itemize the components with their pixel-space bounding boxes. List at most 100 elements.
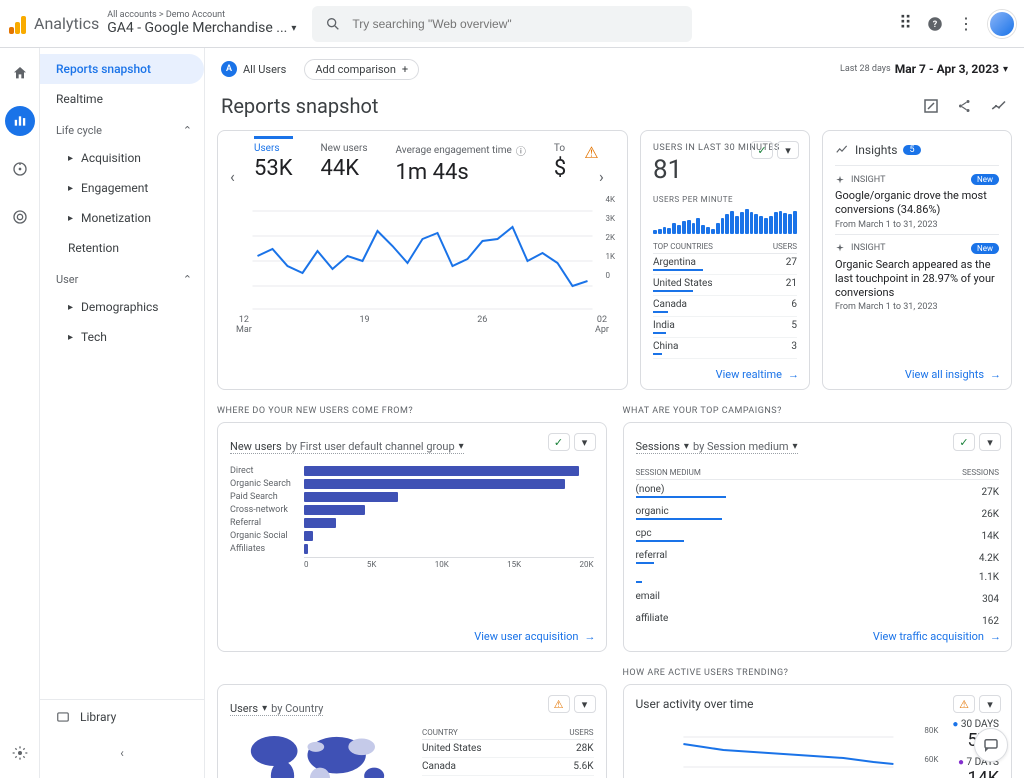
rail-explore-icon[interactable] bbox=[5, 154, 35, 184]
analytics-logo[interactable]: Analytics bbox=[8, 14, 99, 34]
apps-icon[interactable]: ⠿ bbox=[899, 13, 912, 34]
insight-item[interactable]: INSIGHTNewGoogle/organic drove the most … bbox=[835, 165, 999, 234]
nav-acquisition[interactable]: ▸Acquisition bbox=[40, 143, 204, 173]
status-more-icon[interactable]: ▾ bbox=[574, 695, 596, 713]
table-row[interactable]: India5 bbox=[653, 317, 797, 338]
plus-icon: + bbox=[402, 63, 408, 76]
rail-admin-icon[interactable] bbox=[5, 738, 35, 768]
metric-total-revenue[interactable]: To$ bbox=[554, 143, 566, 181]
realtime-sparkline bbox=[653, 206, 797, 234]
user-activity-card: ⚠▾ User activity over time 80K60K bbox=[623, 684, 1013, 778]
arrow-right-icon: → bbox=[585, 630, 596, 643]
nav-reports-snapshot[interactable]: Reports snapshot bbox=[40, 54, 204, 84]
hbar-row: Paid Search bbox=[230, 492, 594, 502]
table-row[interactable]: Argentina27 bbox=[653, 254, 797, 275]
feedback-button[interactable] bbox=[974, 728, 1008, 762]
insights-icon[interactable] bbox=[990, 97, 1008, 115]
search-bar[interactable] bbox=[312, 6, 692, 42]
scroll-area[interactable]: AAll Users Add comparison+ Last 28 daysM… bbox=[205, 48, 1024, 778]
status-check-icon[interactable]: ✓ bbox=[548, 433, 570, 451]
status-more-icon[interactable]: ▾ bbox=[777, 141, 799, 159]
status-check-icon[interactable]: ✓ bbox=[953, 433, 975, 451]
table-row[interactable]: China3 bbox=[653, 338, 797, 359]
account-selector[interactable]: All accounts > Demo Account GA4 - Google… bbox=[107, 11, 296, 36]
status-more-icon[interactable]: ▾ bbox=[574, 433, 596, 451]
nav-retention[interactable]: Retention bbox=[40, 233, 204, 263]
nav-tech[interactable]: ▸Tech bbox=[40, 322, 204, 352]
rail-reports-icon[interactable] bbox=[5, 106, 35, 136]
table-row[interactable]: Canada6 bbox=[653, 296, 797, 317]
info-icon[interactable]: ⓘ bbox=[516, 143, 526, 158]
warning-icon[interactable]: ⚠ bbox=[584, 143, 598, 162]
table-row[interactable]: email304 bbox=[636, 587, 1000, 609]
nav-library[interactable]: Library bbox=[40, 699, 204, 734]
chip-all-users[interactable]: AAll Users bbox=[221, 58, 296, 80]
table-row[interactable]: United States28K bbox=[422, 740, 594, 758]
table-row[interactable]: Canada5.6K bbox=[422, 758, 594, 776]
arrow-right-icon: → bbox=[990, 630, 1001, 643]
nav-monetization[interactable]: ▸Monetization bbox=[40, 203, 204, 233]
status-more-icon[interactable]: ▾ bbox=[979, 433, 1001, 451]
arrow-right-icon: → bbox=[788, 368, 799, 381]
warning-icon[interactable]: ⚠ bbox=[953, 695, 975, 713]
search-icon bbox=[324, 15, 342, 33]
date-range-picker[interactable]: Last 28 daysMar 7 - Apr 3, 2023▾ bbox=[840, 62, 1008, 76]
rail-advertising-icon[interactable] bbox=[5, 202, 35, 232]
hbar-row: Affiliates bbox=[230, 544, 594, 554]
nav-lifecycle-header[interactable]: Life cycle⌃ bbox=[40, 114, 204, 143]
hbar-row: Organic Social bbox=[230, 531, 594, 541]
chevron-down-icon: ▾ bbox=[291, 23, 296, 34]
side-nav: Reports snapshot Realtime Life cycle⌃ ▸A… bbox=[40, 48, 205, 778]
table-row[interactable]: referral4.2K bbox=[636, 546, 1000, 568]
top-bar: Analytics All accounts > Demo Account GA… bbox=[0, 0, 1024, 48]
view-all-insights-link[interactable]: View all insights→ bbox=[905, 368, 1001, 381]
avatar[interactable] bbox=[988, 10, 1016, 38]
nav-realtime[interactable]: Realtime bbox=[40, 84, 204, 114]
hbar-row: Referral bbox=[230, 518, 594, 528]
table-row[interactable]: affiliate162 bbox=[636, 609, 1000, 631]
table-row[interactable]: United States21 bbox=[653, 275, 797, 296]
nav-demographics[interactable]: ▸Demographics bbox=[40, 292, 204, 322]
table-row[interactable]: (none)27K bbox=[636, 480, 1000, 502]
nav-user-header[interactable]: User⌃ bbox=[40, 263, 204, 292]
metric-users[interactable]: Users53K bbox=[254, 143, 293, 181]
insight-item[interactable]: INSIGHTNewOrganic Search appeared as the… bbox=[835, 234, 999, 317]
chip-add-comparison[interactable]: Add comparison+ bbox=[304, 59, 419, 80]
new-users-dim[interactable]: New users by First user default channel … bbox=[230, 440, 464, 454]
hbar-row: Cross-network bbox=[230, 505, 594, 515]
customize-report-icon[interactable] bbox=[922, 97, 940, 115]
chevron-up-icon: ⌃ bbox=[183, 273, 192, 286]
view-user-acquisition-link[interactable]: View user acquisition→ bbox=[474, 630, 595, 643]
analytics-brand-text: Analytics bbox=[34, 14, 99, 33]
chevron-down-icon: ▾ bbox=[1003, 64, 1008, 75]
top-actions: ⠿ ? ⋮ bbox=[899, 10, 1016, 38]
metric-prev-button[interactable]: ‹ bbox=[230, 167, 248, 186]
table-row[interactable]: 1.1K bbox=[636, 568, 1000, 587]
more-icon[interactable]: ⋮ bbox=[958, 14, 974, 33]
trending-section-label: HOW ARE ACTIVE USERS TRENDING? bbox=[623, 668, 1013, 678]
status-more-icon[interactable]: ▾ bbox=[979, 695, 1001, 713]
search-input[interactable] bbox=[352, 17, 680, 31]
insights-header: Insights 5 bbox=[835, 143, 999, 157]
warning-icon[interactable]: ⚠ bbox=[548, 695, 570, 713]
metric-tabs: ‹ Users53K New users44K Average engageme… bbox=[230, 143, 615, 191]
rail-home-icon[interactable] bbox=[5, 58, 35, 88]
metric-new-users[interactable]: New users44K bbox=[321, 143, 368, 181]
users-by-country-card: ⚠▾ Users ▾ by Country COUNTRYUSERS Unite… bbox=[217, 684, 607, 778]
view-traffic-acquisition-link[interactable]: View traffic acquisition→ bbox=[873, 630, 1001, 643]
table-row[interactable]: cpc14K bbox=[636, 524, 1000, 546]
view-realtime-link[interactable]: View realtime→ bbox=[716, 368, 799, 381]
help-icon[interactable]: ? bbox=[926, 15, 944, 33]
table-row[interactable]: organic26K bbox=[636, 502, 1000, 524]
metric-next-button[interactable]: › bbox=[599, 167, 617, 186]
country-dim[interactable]: Users ▾ by Country bbox=[230, 702, 323, 716]
new-users-section-label: WHERE DO YOUR NEW USERS COME FROM? bbox=[217, 406, 607, 416]
main-content: AAll Users Add comparison+ Last 28 daysM… bbox=[205, 48, 1024, 778]
share-icon[interactable] bbox=[956, 97, 974, 115]
metric-engagement-time[interactable]: Average engagement time ⓘ1m 44s bbox=[396, 143, 526, 185]
campaigns-dim[interactable]: Sessions ▾ by Session medium ▾ bbox=[636, 440, 798, 454]
nav-engagement[interactable]: ▸Engagement bbox=[40, 173, 204, 203]
status-check-icon[interactable]: ✓ bbox=[751, 141, 773, 159]
collapse-sidenav-button[interactable]: ‹ bbox=[40, 734, 204, 772]
realtime-value: 81 bbox=[653, 155, 797, 185]
